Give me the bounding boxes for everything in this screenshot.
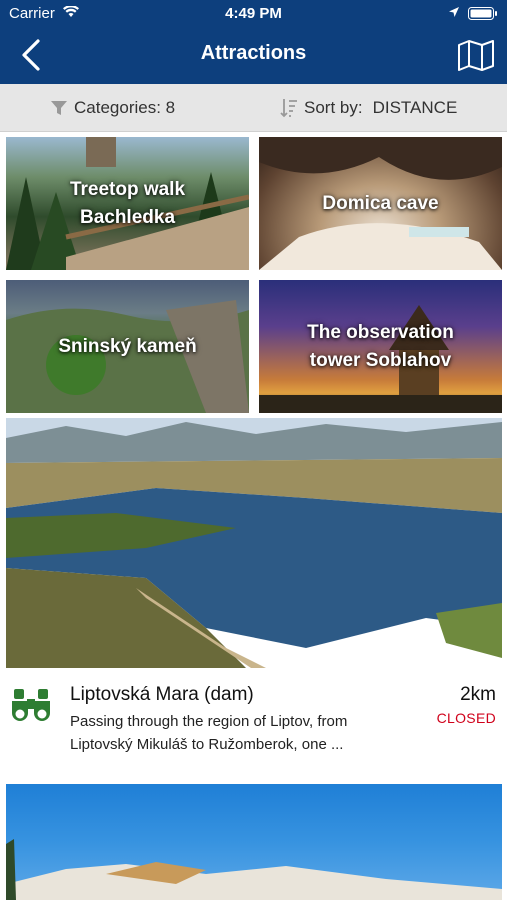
- attraction-description: Passing through the region of Liptov, fr…: [70, 710, 420, 756]
- travertine-landscape-image: [6, 839, 502, 900]
- tile-title-line: tower Soblahov: [309, 349, 452, 371]
- description-line: Passing through the region of Liptov, fr…: [70, 713, 348, 730]
- tile-title: The observation tower Soblahov: [259, 319, 502, 375]
- tile-domica-cave[interactable]: Domica cave: [259, 137, 502, 270]
- location-arrow-icon: [449, 7, 459, 17]
- tile-title-line: Sninský kameň: [58, 335, 197, 357]
- categories-label: Categories: 8: [74, 98, 176, 117]
- tile-title-line: Treetop walk: [69, 178, 186, 200]
- filter-funnel-icon: [51, 101, 67, 115]
- distance-label: 2km: [460, 684, 496, 705]
- clock: 4:49 PM: [225, 5, 282, 22]
- tile-title-line: Domica cave: [322, 192, 439, 214]
- tile-title-line: Bachledka: [79, 206, 176, 228]
- page-title: Attractions: [200, 42, 307, 64]
- battery-icon: [468, 7, 497, 20]
- tile-title: Domica cave: [259, 190, 502, 218]
- lake-landscape-image: [6, 418, 502, 668]
- status-badge: CLOSED: [436, 710, 496, 726]
- tile-title-line: The observation: [307, 321, 454, 343]
- tile-treetop-walk[interactable]: Treetop walk Bachledka: [6, 137, 249, 270]
- attraction-title: Liptovská Mara (dam): [70, 684, 254, 705]
- sort-label: Sort by:: [304, 98, 363, 117]
- sort-icon: [280, 99, 297, 118]
- status-bar: Carrier 4:49 PM: [0, 0, 507, 26]
- sort-button[interactable]: Sort by: DISTANCE: [280, 96, 457, 120]
- featured-photo[interactable]: [6, 418, 502, 668]
- filter-bar: Categories: 8 Sort by: DISTANCE: [0, 84, 507, 132]
- attraction-list-item[interactable]: Liptovská Mara (dam) 2km CLOSED Passing …: [0, 668, 507, 783]
- sort-value: DISTANCE: [372, 98, 458, 117]
- next-attraction-photo[interactable]: [6, 784, 502, 900]
- tile-title: Sninský kameň: [6, 333, 249, 361]
- tile-observation-tower[interactable]: The observation tower Soblahov: [259, 280, 502, 413]
- binoculars-icon: [12, 689, 50, 721]
- map-icon[interactable]: [457, 39, 495, 71]
- categories-button[interactable]: Categories: 8: [50, 96, 175, 120]
- navigation-bar: Attractions: [0, 26, 507, 84]
- description-line: Liptovský Mikuláš to Ružomberok, one ...: [70, 736, 344, 753]
- tile-sninsky-kamen[interactable]: Sninský kameň: [6, 280, 249, 413]
- tile-title: Treetop walk Bachledka: [6, 176, 249, 232]
